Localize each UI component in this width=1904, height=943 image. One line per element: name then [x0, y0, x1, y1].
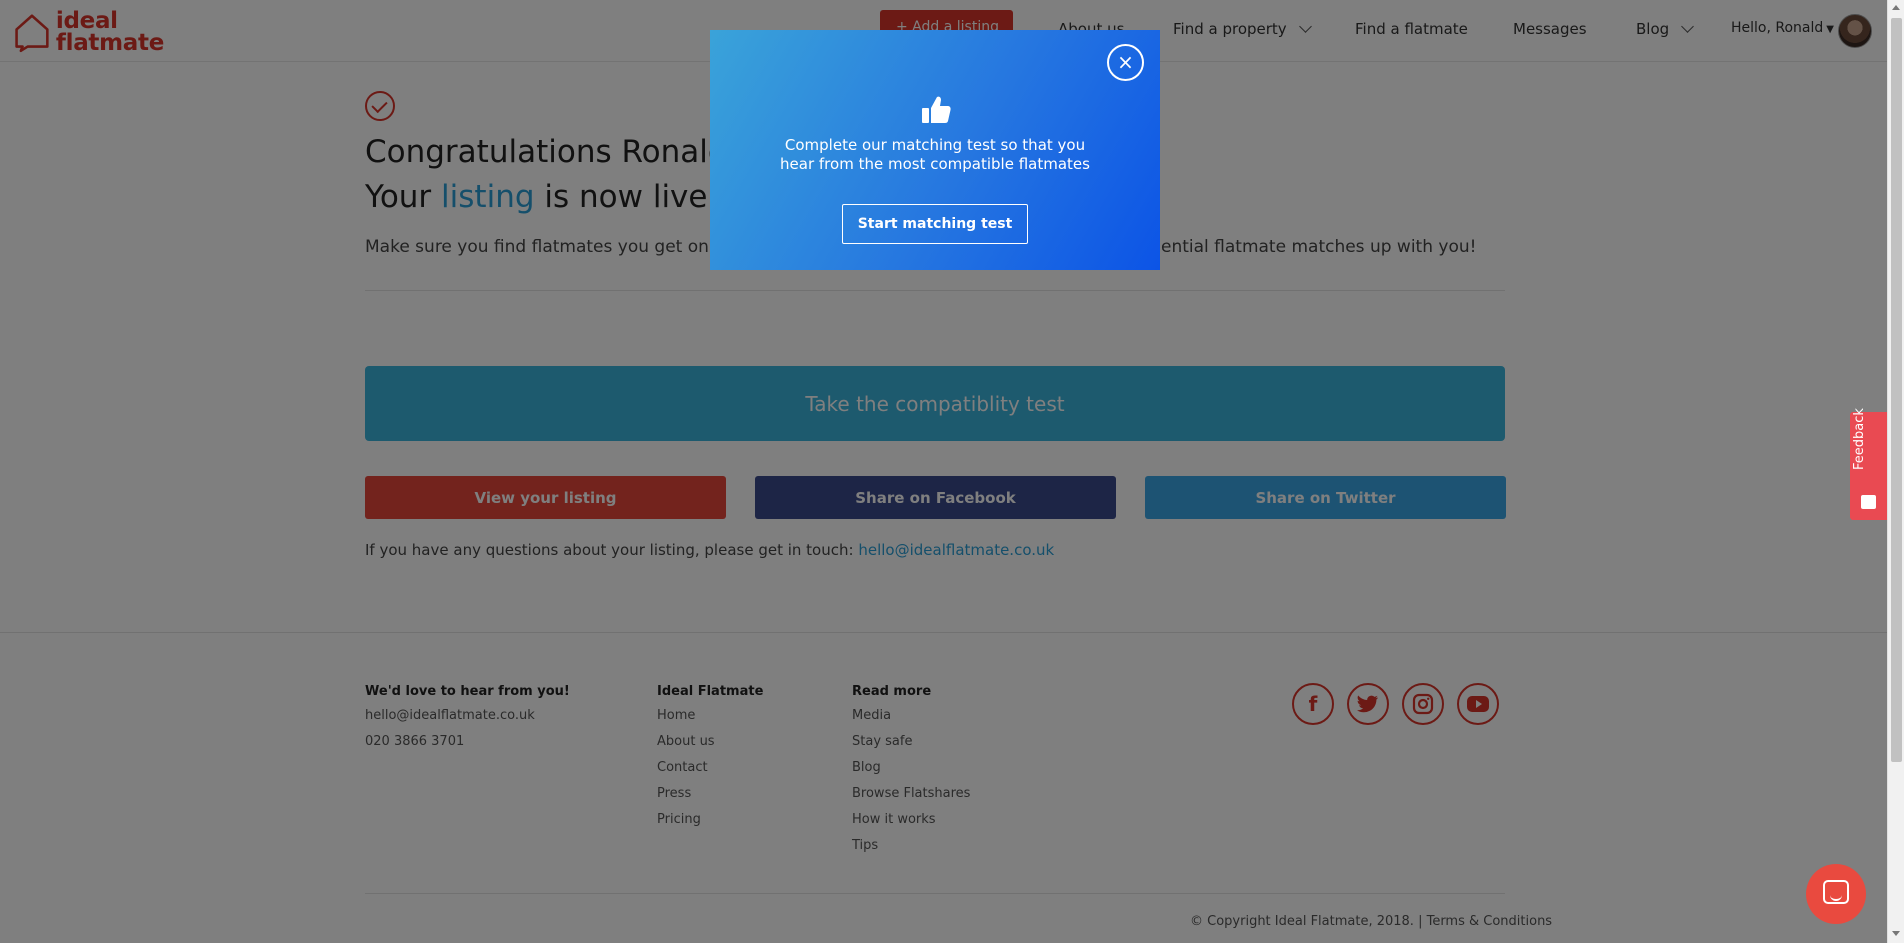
- chat-bubble-icon: [1823, 880, 1849, 904]
- close-icon[interactable]: ×: [1107, 44, 1144, 81]
- matching-test-modal: × Complete our matching test so that you…: [710, 30, 1160, 270]
- modal-message-line-1: Complete our matching test so that you: [784, 136, 1086, 154]
- modal-message: Complete our matching test so that you h…: [710, 136, 1160, 174]
- feedback-tab[interactable]: Feedback: [1850, 408, 1887, 520]
- scroll-down-arrow-icon[interactable]: [1892, 931, 1900, 936]
- scrollbar-thumb[interactable]: [1891, 18, 1902, 762]
- scroll-up-arrow-icon[interactable]: [1892, 5, 1900, 10]
- modal-message-line-2: hear from the most compatible flatmates: [780, 155, 1090, 173]
- feedback-label: Feedback: [1852, 408, 1867, 470]
- thumbs-up-icon: [922, 96, 951, 123]
- chat-launcher-button[interactable]: [1806, 864, 1866, 924]
- page-scrollbar[interactable]: [1887, 0, 1904, 943]
- feedback-icon: [1861, 495, 1876, 509]
- start-matching-test-button[interactable]: Start matching test: [842, 204, 1028, 244]
